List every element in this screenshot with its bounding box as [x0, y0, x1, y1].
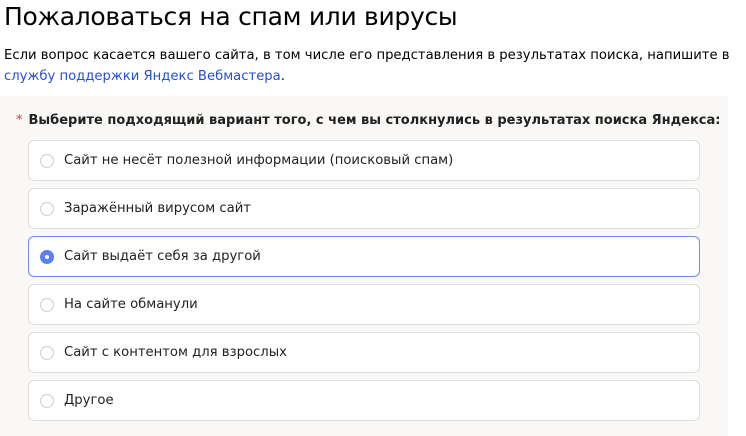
option-label: Сайт не несёт полезной информации (поиск…: [64, 153, 454, 168]
intro-body: Если вопрос касается вашего сайта, в том…: [4, 48, 730, 63]
option-spam[interactable]: Сайт не несёт полезной информации (поиск…: [28, 140, 700, 181]
complaint-form: * Выберите подходящий вариант того, с чем…: [0, 96, 728, 436]
question-label: * Выберите подходящий вариант того, с чем…: [16, 113, 720, 128]
radio-icon[interactable]: [40, 345, 54, 360]
option-label: Заражённый вирусом сайт: [64, 201, 251, 216]
option-adult[interactable]: Сайт с контентом для взрослых: [28, 332, 700, 373]
option-virus[interactable]: Заражённый вирусом сайт: [28, 188, 700, 229]
option-label: Сайт выдаёт себя за другой: [64, 249, 261, 264]
option-label: Другое: [64, 393, 114, 408]
radio-icon[interactable]: [40, 393, 54, 408]
option-other[interactable]: Другое: [28, 380, 700, 421]
option-fraud[interactable]: На сайте обманули: [28, 284, 700, 325]
option-impersonation[interactable]: Сайт выдаёт себя за другой: [28, 236, 700, 277]
radio-icon[interactable]: [40, 201, 54, 216]
question-text: Выберите подходящий вариант того, с чем …: [28, 113, 721, 128]
webmaster-support-link[interactable]: службу поддержки Яндекс Вебмастера: [4, 69, 281, 84]
radio-selected-icon[interactable]: [40, 249, 54, 264]
option-label: На сайте обманули: [64, 297, 198, 312]
radio-icon[interactable]: [40, 297, 54, 312]
required-mark: *: [16, 113, 23, 128]
radio-icon[interactable]: [40, 153, 54, 168]
intro-text: Если вопрос касается вашего сайта, в том…: [4, 45, 739, 87]
page-title: Пожаловаться на спам или вирусы: [4, 2, 458, 31]
option-label: Сайт с контентом для взрослых: [64, 345, 287, 360]
intro-end: .: [280, 69, 285, 84]
